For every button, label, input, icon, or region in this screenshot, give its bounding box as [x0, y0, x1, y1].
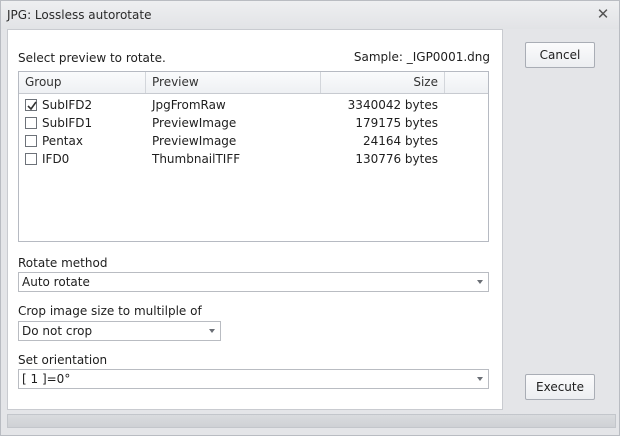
chevron-down-icon	[477, 377, 483, 381]
table-row[interactable]: SubIFD1 PreviewImage 179175 bytes	[19, 114, 488, 132]
rotate-method-select[interactable]: Auto rotate	[18, 272, 489, 292]
rotate-method-value: Auto rotate	[22, 275, 90, 289]
orientation-value: [ 1 ]=0°	[22, 372, 71, 386]
chevron-down-icon	[477, 280, 483, 284]
row-group: IFD0	[42, 152, 70, 166]
row-preview: JpgFromRaw	[152, 98, 226, 112]
row-preview: PreviewImage	[152, 116, 237, 130]
row-checkbox[interactable]	[25, 135, 37, 147]
crop-value: Do not crop	[22, 324, 93, 338]
preview-table: Group Preview Size SubIFD2 JpgFromRaw 33…	[18, 71, 489, 242]
table-row[interactable]: SubIFD2 JpgFromRaw 3340042 bytes	[19, 96, 488, 114]
row-group: SubIFD2	[42, 98, 93, 112]
column-header-size[interactable]: Size	[321, 72, 445, 93]
row-preview: PreviewImage	[152, 134, 237, 148]
window-title: JPG: Lossless autorotate	[7, 8, 152, 22]
instruction-label: Select preview to rotate.	[18, 51, 166, 65]
crop-label: Crop image size to multilple of	[18, 304, 202, 318]
row-size: 130776 bytes	[355, 152, 438, 166]
table-row[interactable]: Pentax PreviewImage 24164 bytes	[19, 132, 488, 150]
orientation-label: Set orientation	[18, 353, 108, 367]
dialog-window: JPG: Lossless autorotate ✕ Select previe…	[0, 0, 620, 436]
rotate-method-label: Rotate method	[18, 256, 108, 270]
close-icon[interactable]: ✕	[595, 6, 611, 22]
crop-select[interactable]: Do not crop	[18, 321, 221, 341]
chevron-down-icon	[209, 329, 215, 333]
sample-filename: Sample: _IGP0001.dng	[353, 50, 490, 64]
row-group: SubIFD1	[42, 116, 93, 130]
status-bar	[7, 414, 616, 428]
cancel-button[interactable]: Cancel	[525, 42, 595, 68]
row-size: 3340042 bytes	[347, 98, 438, 112]
row-group: Pentax	[42, 134, 83, 148]
row-size: 179175 bytes	[355, 116, 438, 130]
row-checkbox[interactable]	[25, 117, 37, 129]
table-header: Group Preview Size	[19, 72, 488, 94]
column-header-group[interactable]: Group	[19, 72, 146, 93]
row-checkbox[interactable]	[25, 99, 37, 111]
row-size: 24164 bytes	[362, 134, 438, 148]
title-bar: JPG: Lossless autorotate ✕	[1, 1, 619, 29]
column-header-preview[interactable]: Preview	[146, 72, 321, 93]
orientation-select[interactable]: [ 1 ]=0°	[18, 369, 489, 389]
button-column: Cancel Execute	[510, 29, 616, 410]
checkmark-icon	[27, 101, 37, 111]
main-panel: Select preview to rotate. Sample: _IGP00…	[7, 29, 503, 410]
execute-button[interactable]: Execute	[525, 374, 595, 400]
row-preview: ThumbnailTIFF	[152, 152, 241, 166]
row-checkbox[interactable]	[25, 153, 37, 165]
table-row[interactable]: IFD0 ThumbnailTIFF 130776 bytes	[19, 150, 488, 168]
